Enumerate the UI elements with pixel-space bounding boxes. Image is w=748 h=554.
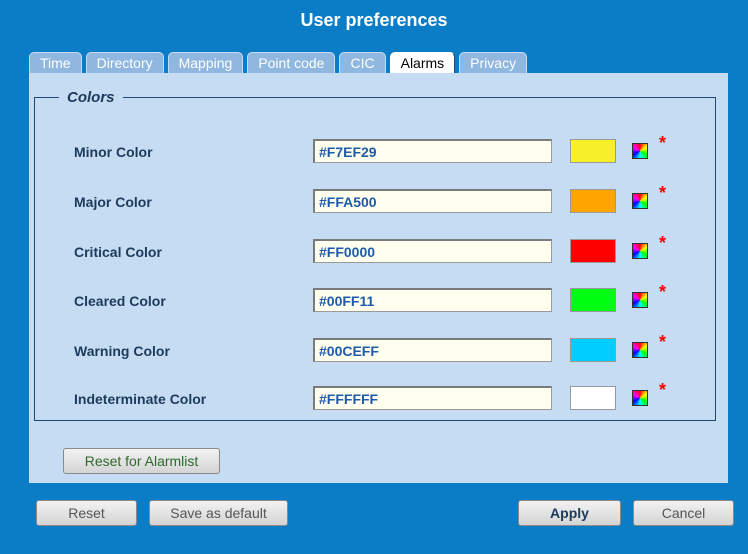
alarms-panel: Colors Minor Color * Major Color * Criti… [29,73,728,483]
cleared-color-label: Cleared Color [74,293,166,309]
tab-directory[interactable]: Directory [85,52,164,73]
color-picker-icon[interactable] [632,143,648,159]
tab-mapping[interactable]: Mapping [167,52,244,73]
tab-time[interactable]: Time [29,52,82,73]
major-color-swatch [570,189,616,213]
color-picker-icon[interactable] [632,243,648,259]
dialog-title: User preferences [300,10,448,30]
minor-color-input[interactable] [313,139,552,163]
required-marker: * [659,183,667,203]
minor-color-swatch [570,139,616,163]
tab-alarms[interactable]: Alarms [389,52,456,74]
indeterminate-color-row: Indeterminate Color * [35,380,715,412]
required-marker: * [659,380,667,400]
critical-color-label: Critical Color [74,244,162,260]
cleared-color-row: Cleared Color * [35,282,715,314]
indeterminate-color-input[interactable] [313,386,552,410]
tab-cic[interactable]: CIC [339,52,386,73]
apply-button[interactable]: Apply [518,500,621,526]
required-marker: * [659,282,667,302]
colors-legend: Colors [67,89,115,106]
minor-color-label: Minor Color [74,144,153,160]
reset-button[interactable]: Reset [36,500,137,526]
warning-color-swatch [570,338,616,362]
required-marker: * [659,332,667,352]
required-marker: * [659,233,667,253]
tab-bar: Time Directory Mapping Point code CIC Al… [29,52,528,74]
color-picker-icon[interactable] [632,342,648,358]
cancel-button[interactable]: Cancel [633,500,734,526]
major-color-input[interactable] [313,189,552,213]
save-as-default-button[interactable]: Save as default [149,500,288,526]
color-picker-icon[interactable] [632,390,648,406]
color-picker-icon[interactable] [632,292,648,308]
cleared-color-input[interactable] [313,288,552,312]
major-color-label: Major Color [74,194,152,210]
critical-color-input[interactable] [313,239,552,263]
critical-color-row: Critical Color * [35,233,715,265]
warning-color-row: Warning Color * [35,332,715,364]
required-marker: * [659,133,667,153]
critical-color-swatch [570,239,616,263]
tab-point-code[interactable]: Point code [247,52,336,73]
warning-color-input[interactable] [313,338,552,362]
warning-color-label: Warning Color [74,343,170,359]
tab-privacy[interactable]: Privacy [459,52,528,73]
major-color-row: Major Color * [35,183,715,215]
reset-for-alarmlist-button[interactable]: Reset for Alarmlist [63,448,220,474]
colors-fieldset: Colors Minor Color * Major Color * Criti… [34,89,716,421]
cleared-color-swatch [570,288,616,312]
color-picker-icon[interactable] [632,193,648,209]
minor-color-row: Minor Color * [35,133,715,165]
indeterminate-color-label: Indeterminate Color [74,391,207,407]
indeterminate-color-swatch [570,386,616,410]
